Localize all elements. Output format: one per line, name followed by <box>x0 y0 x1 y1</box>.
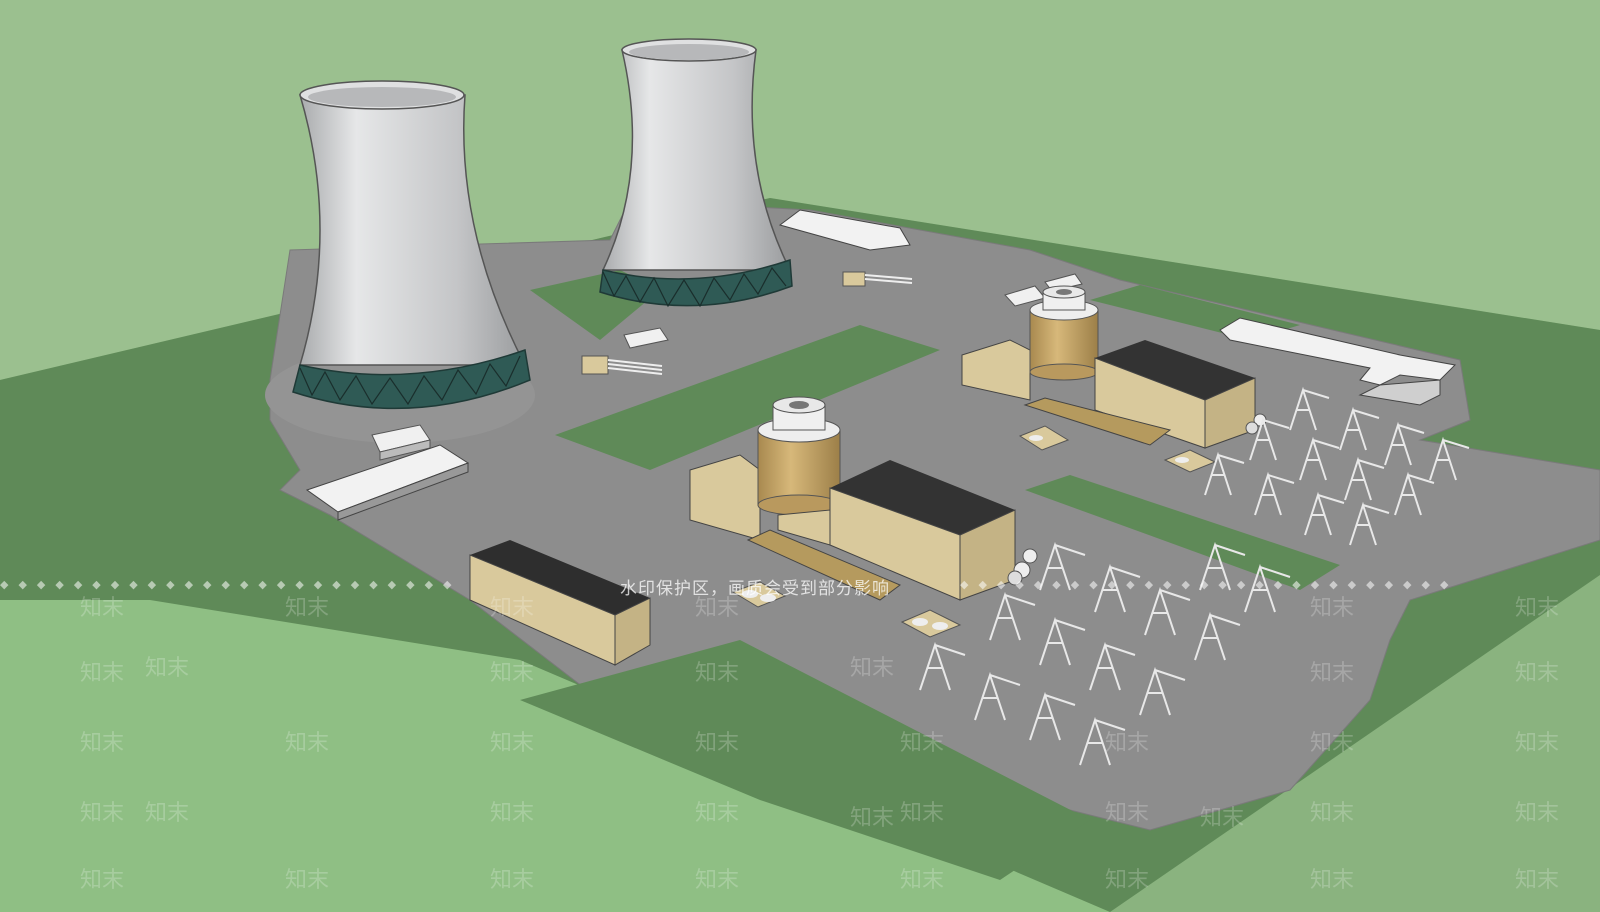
watermark-brand: 知末 <box>1515 801 1560 826</box>
watermark-brand: 知末 <box>850 806 895 831</box>
watermark-brand: 知末 <box>695 661 740 686</box>
watermark-brand: 知末 <box>490 661 535 686</box>
watermark-brand: 知末 <box>850 656 895 681</box>
watermark-brand: 知末 <box>695 801 740 826</box>
watermark-brand: 知末 <box>1310 868 1355 893</box>
watermark-brand: 知末 <box>695 731 740 756</box>
watermark-brand: 知末 <box>490 801 535 826</box>
watermark-brand: 知末 <box>490 731 535 756</box>
watermark-brand: 知末 <box>145 656 190 681</box>
watermark-brand: 知末 <box>1310 801 1355 826</box>
watermark-brand: 知末 <box>80 801 125 826</box>
watermark-brand: 知末 <box>285 868 330 893</box>
watermark-brand: 知末 <box>1310 661 1355 686</box>
watermark-brand: 知末 <box>80 661 125 686</box>
watermark-brand: 知末 <box>900 801 945 826</box>
watermark-brand: 知末 <box>145 801 190 826</box>
watermark-brand: 知末 <box>695 868 740 893</box>
watermark-brand: 知末 <box>900 868 945 893</box>
watermark-notice: 水印保护区，画质会受到部分影响 <box>620 579 890 599</box>
watermark-brand: 知末 <box>1310 596 1355 621</box>
nuclear-plant-model-scene <box>0 0 1600 912</box>
watermark-brand: 知末 <box>80 731 125 756</box>
watermark-brand: 知末 <box>1515 661 1560 686</box>
watermark-brand: 知末 <box>490 596 535 621</box>
watermark-brand: 知末 <box>490 868 535 893</box>
watermark-brand: 知末 <box>285 731 330 756</box>
watermark-brand: 知末 <box>695 596 740 621</box>
watermark-brand: 知末 <box>1105 801 1150 826</box>
watermark-dots-left: ◆◆◆◆◆◆◆◆◆◆◆◆◆◆◆◆◆◆◆◆◆◆◆◆◆ <box>0 578 462 591</box>
watermark-brand: 知末 <box>285 596 330 621</box>
watermark-brand: 知末 <box>1200 806 1245 831</box>
watermark-brand: 知末 <box>1515 868 1560 893</box>
watermark-brand: 知末 <box>80 596 125 621</box>
watermark-brand: 知末 <box>1105 868 1150 893</box>
watermark-brand: 知末 <box>1105 731 1150 756</box>
watermark-brand: 知末 <box>1515 731 1560 756</box>
watermark-dots-right: ◆◆◆◆◆◆◆◆◆◆◆◆◆◆◆◆◆◆◆◆◆◆◆◆◆◆◆ <box>960 578 1459 591</box>
watermark-brand: 知末 <box>900 731 945 756</box>
watermark-brand: 知末 <box>80 868 125 893</box>
watermark-brand: 知末 <box>1310 731 1355 756</box>
watermark-brand: 知末 <box>1515 596 1560 621</box>
